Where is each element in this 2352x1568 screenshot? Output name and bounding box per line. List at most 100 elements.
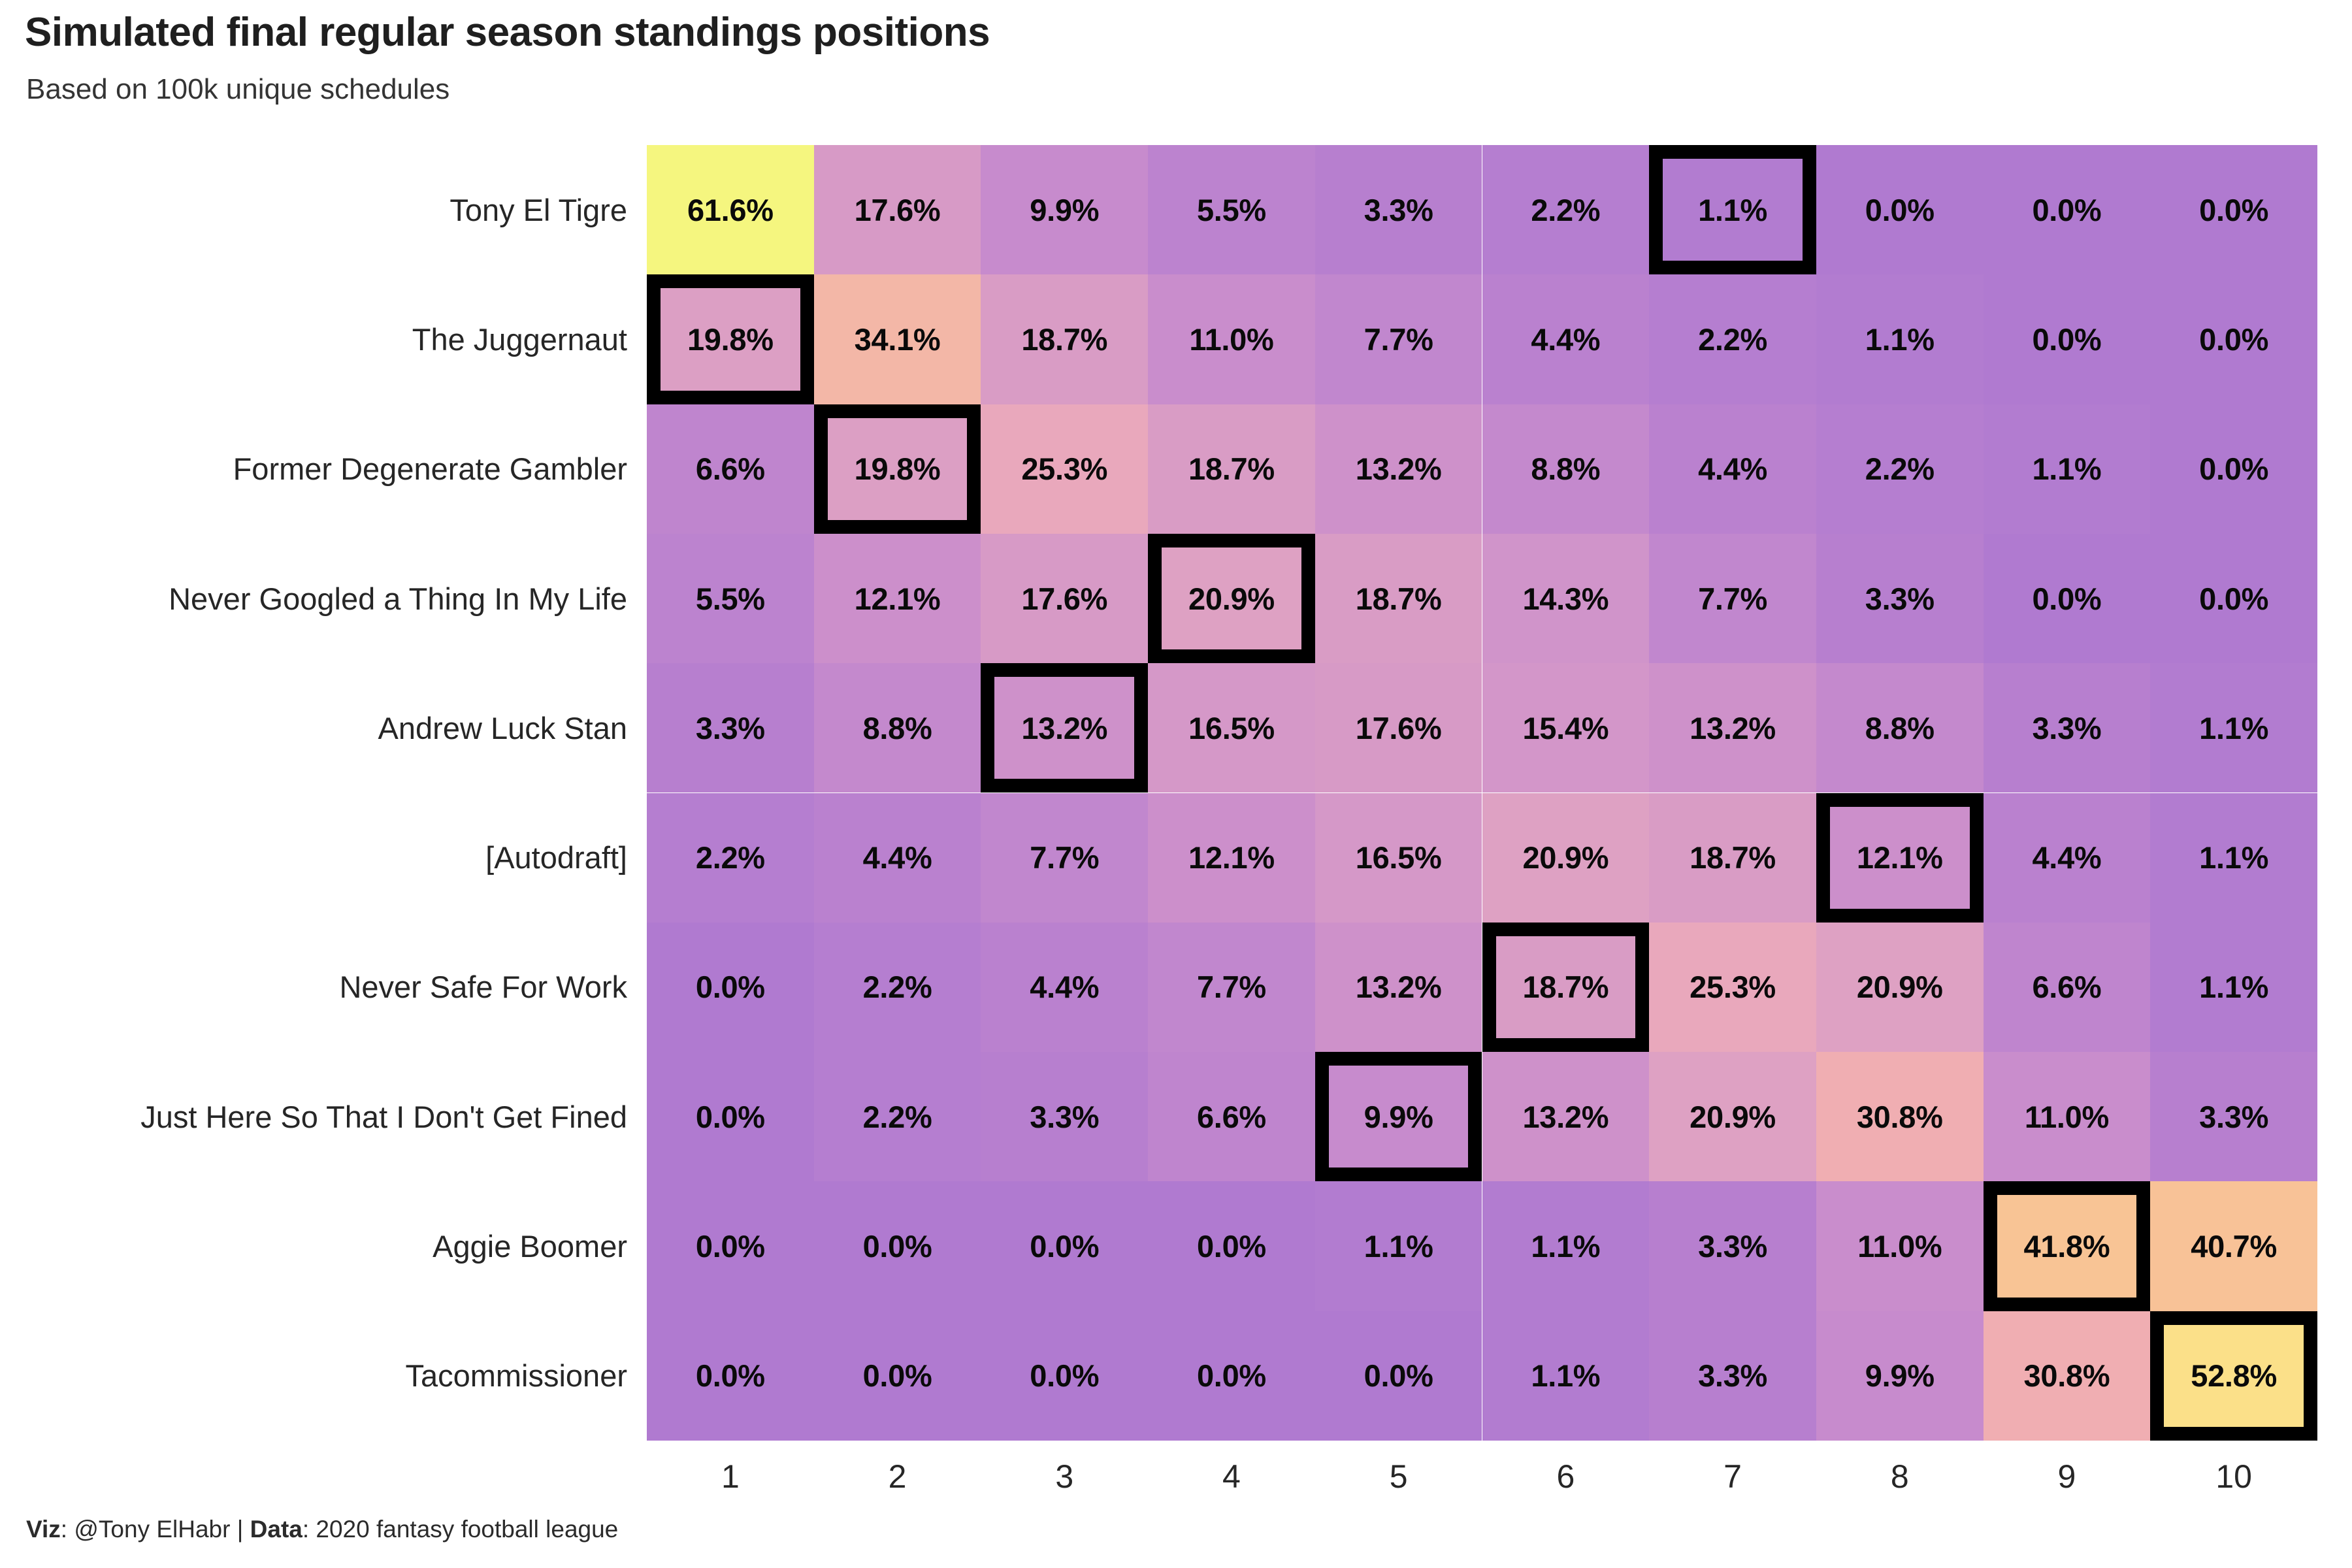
- heatmap-cell[interactable]: 5.5%: [1148, 145, 1315, 275]
- heatmap-cell[interactable]: 4.4%: [1482, 274, 1650, 404]
- heatmap-cell[interactable]: 0.0%: [1148, 1181, 1315, 1311]
- heatmap-cell[interactable]: 8.8%: [813, 663, 981, 793]
- heatmap-cell[interactable]: 12.1%: [1816, 792, 1984, 923]
- heatmap-cell[interactable]: 3.3%: [647, 663, 814, 793]
- heatmap-cell[interactable]: 6.6%: [1148, 1052, 1315, 1182]
- heatmap-cell[interactable]: 11.0%: [1983, 1052, 2151, 1182]
- heatmap-cell[interactable]: 8.8%: [1482, 404, 1650, 534]
- heatmap-cell[interactable]: 61.6%: [647, 145, 814, 275]
- heatmap-cell[interactable]: 0.0%: [647, 1181, 814, 1311]
- heatmap-cell[interactable]: 19.8%: [647, 274, 814, 404]
- heatmap-cell[interactable]: 0.0%: [1816, 145, 1984, 275]
- heatmap-cell[interactable]: 20.9%: [1482, 792, 1650, 923]
- heatmap-cell[interactable]: 1.1%: [1816, 274, 1984, 404]
- heatmap-cell[interactable]: 0.0%: [2150, 145, 2317, 275]
- heatmap-cell[interactable]: 0.0%: [1148, 1311, 1315, 1441]
- heatmap-cell[interactable]: 2.2%: [647, 792, 814, 923]
- heatmap-cell[interactable]: 1.1%: [2150, 922, 2317, 1053]
- heatmap-cell[interactable]: 1.1%: [1482, 1181, 1650, 1311]
- heatmap-cell[interactable]: 3.3%: [1649, 1181, 1816, 1311]
- heatmap-cell[interactable]: 7.7%: [1148, 922, 1315, 1053]
- heatmap-cell[interactable]: 0.0%: [1983, 274, 2151, 404]
- heatmap-cell[interactable]: 0.0%: [2150, 274, 2317, 404]
- heatmap-cell[interactable]: 5.5%: [647, 533, 814, 664]
- heatmap-cell[interactable]: 13.2%: [1315, 404, 1482, 534]
- heatmap-cell[interactable]: 3.3%: [2150, 1052, 2317, 1182]
- heatmap-cell[interactable]: 3.3%: [1983, 663, 2151, 793]
- heatmap-cell[interactable]: 20.9%: [1649, 1052, 1816, 1182]
- heatmap-cell[interactable]: 0.0%: [647, 922, 814, 1053]
- heatmap-cell[interactable]: 1.1%: [1649, 145, 1816, 275]
- heatmap-cell[interactable]: 25.3%: [1649, 922, 1816, 1053]
- heatmap-cell[interactable]: 6.6%: [647, 404, 814, 534]
- heatmap-cell[interactable]: 0.0%: [1315, 1311, 1482, 1441]
- heatmap-cell[interactable]: 4.4%: [981, 922, 1149, 1053]
- heatmap-cell[interactable]: 19.8%: [813, 404, 981, 534]
- heatmap-cell[interactable]: 34.1%: [813, 274, 981, 404]
- heatmap-cell[interactable]: 7.7%: [1649, 533, 1816, 664]
- heatmap-cell[interactable]: 0.0%: [981, 1311, 1149, 1441]
- heatmap-cell[interactable]: 30.8%: [1983, 1311, 2151, 1441]
- heatmap-cell[interactable]: 11.0%: [1816, 1181, 1984, 1311]
- heatmap-cell[interactable]: 4.4%: [1983, 792, 2151, 923]
- heatmap-cell[interactable]: 0.0%: [1983, 533, 2151, 664]
- heatmap-cell[interactable]: 17.6%: [1315, 663, 1482, 793]
- heatmap-cell[interactable]: 30.8%: [1816, 1052, 1984, 1182]
- heatmap-cell[interactable]: 17.6%: [813, 145, 981, 275]
- heatmap-cell[interactable]: 1.1%: [2150, 792, 2317, 923]
- heatmap-cell[interactable]: 1.1%: [2150, 663, 2317, 793]
- heatmap-cell[interactable]: 9.9%: [1315, 1052, 1482, 1182]
- heatmap-cell[interactable]: 41.8%: [1983, 1181, 2151, 1311]
- heatmap-cell[interactable]: 2.2%: [813, 922, 981, 1053]
- heatmap-cell[interactable]: 16.5%: [1315, 792, 1482, 923]
- heatmap-cell[interactable]: 0.0%: [981, 1181, 1149, 1311]
- heatmap-cell[interactable]: 13.2%: [1482, 1052, 1650, 1182]
- heatmap-cell[interactable]: 11.0%: [1148, 274, 1315, 404]
- heatmap-cell[interactable]: 1.1%: [1315, 1181, 1482, 1311]
- heatmap-cell[interactable]: 25.3%: [981, 404, 1149, 534]
- heatmap-cell[interactable]: 0.0%: [1983, 145, 2151, 275]
- heatmap-cell[interactable]: 2.2%: [1816, 404, 1984, 534]
- heatmap-cell[interactable]: 1.1%: [1983, 404, 2151, 534]
- heatmap-cell[interactable]: 0.0%: [813, 1311, 981, 1441]
- heatmap-cell[interactable]: 14.3%: [1482, 533, 1650, 664]
- heatmap-cell[interactable]: 1.1%: [1482, 1311, 1650, 1441]
- heatmap-cell[interactable]: 12.1%: [813, 533, 981, 664]
- heatmap-cell[interactable]: 0.0%: [813, 1181, 981, 1311]
- heatmap-cell[interactable]: 18.7%: [981, 274, 1149, 404]
- heatmap-cell[interactable]: 18.7%: [1148, 404, 1315, 534]
- heatmap-cell[interactable]: 12.1%: [1148, 792, 1315, 923]
- heatmap-cell[interactable]: 18.7%: [1482, 922, 1650, 1053]
- heatmap-cell[interactable]: 18.7%: [1315, 533, 1482, 664]
- heatmap-cell[interactable]: 3.3%: [981, 1052, 1149, 1182]
- heatmap-cell[interactable]: 16.5%: [1148, 663, 1315, 793]
- heatmap-cell[interactable]: 9.9%: [1816, 1311, 1984, 1441]
- heatmap-cell[interactable]: 0.0%: [647, 1052, 814, 1182]
- heatmap-cell[interactable]: 17.6%: [981, 533, 1149, 664]
- heatmap-cell[interactable]: 7.7%: [981, 792, 1149, 923]
- heatmap-cell[interactable]: 3.3%: [1649, 1311, 1816, 1441]
- heatmap-cell[interactable]: 20.9%: [1816, 922, 1984, 1053]
- heatmap-cell[interactable]: 3.3%: [1816, 533, 1984, 664]
- heatmap-cell[interactable]: 13.2%: [1315, 922, 1482, 1053]
- heatmap-cell[interactable]: 2.2%: [1482, 145, 1650, 275]
- heatmap-cell[interactable]: 4.4%: [813, 792, 981, 923]
- heatmap-cell[interactable]: 4.4%: [1649, 404, 1816, 534]
- heatmap-cell[interactable]: 2.2%: [813, 1052, 981, 1182]
- heatmap-cell[interactable]: 0.0%: [2150, 404, 2317, 534]
- heatmap-cell[interactable]: 52.8%: [2150, 1311, 2317, 1441]
- heatmap-cell[interactable]: 40.7%: [2150, 1181, 2317, 1311]
- heatmap-cell[interactable]: 3.3%: [1315, 145, 1482, 275]
- heatmap-cell[interactable]: 2.2%: [1649, 274, 1816, 404]
- heatmap-cell[interactable]: 0.0%: [2150, 533, 2317, 664]
- heatmap-cell[interactable]: 20.9%: [1148, 533, 1315, 664]
- heatmap-cell[interactable]: 6.6%: [1983, 922, 2151, 1053]
- heatmap-cell[interactable]: 18.7%: [1649, 792, 1816, 923]
- heatmap-cell[interactable]: 15.4%: [1482, 663, 1650, 793]
- heatmap-cell[interactable]: 13.2%: [1649, 663, 1816, 793]
- heatmap-cell[interactable]: 13.2%: [981, 663, 1149, 793]
- heatmap-cell[interactable]: 0.0%: [647, 1311, 814, 1441]
- heatmap-cell[interactable]: 8.8%: [1816, 663, 1984, 793]
- heatmap-cell[interactable]: 7.7%: [1315, 274, 1482, 404]
- heatmap-cell[interactable]: 9.9%: [981, 145, 1149, 275]
